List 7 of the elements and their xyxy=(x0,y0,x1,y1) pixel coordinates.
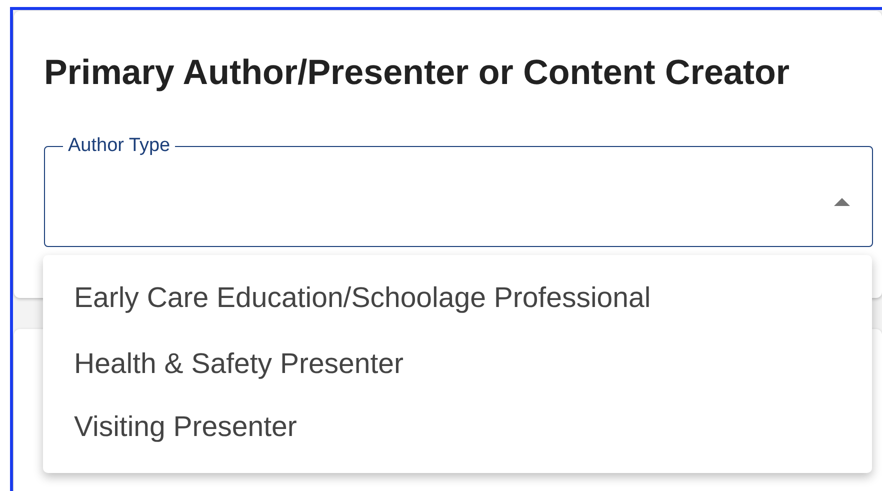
menu-option[interactable]: Health & Safety Presenter xyxy=(43,333,872,399)
caret-icon[interactable] xyxy=(834,198,850,206)
menu-option[interactable]: Early Care Education/Schoolage Professional xyxy=(43,267,872,333)
menu-option[interactable]: Visiting Presenter xyxy=(43,399,872,461)
section-title: Primary Author/Presenter or Content Creator xyxy=(44,52,791,94)
field-label: Author Type xyxy=(67,135,172,157)
author-type-select[interactable]: Author Type xyxy=(44,135,873,247)
